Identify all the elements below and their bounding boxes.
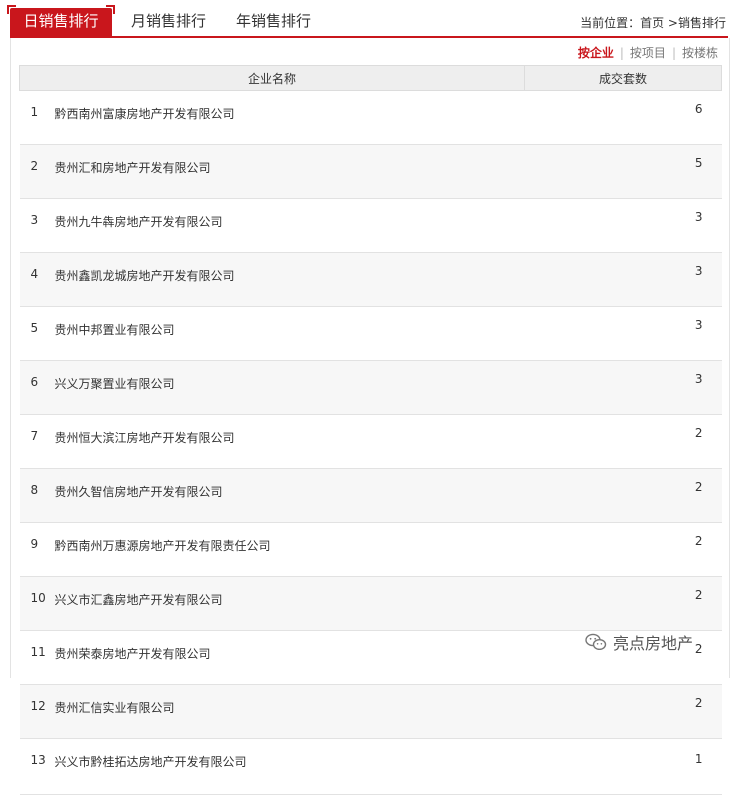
company-cell: 11 贵州荣泰房地产开发有限公司 [19, 630, 525, 685]
rank-number: 9 [30, 537, 39, 551]
tab-daily-sales[interactable]: 日销售排行 [7, 5, 115, 36]
column-header-units: 成交套数 [524, 65, 722, 91]
table-row: 5 贵州中邦置业有限公司 3 [19, 306, 722, 361]
company-name-link[interactable]: 兴义市汇鑫房地产开发有限公司 [55, 591, 223, 608]
company-cell: 5 贵州中邦置业有限公司 [19, 306, 525, 361]
units-sold: 2 [524, 576, 722, 631]
company-cell: 3 贵州九牛犇房地产开发有限公司 [19, 198, 525, 253]
sales-ranking-table: 企业名称 成交套数 1 黔西南州富康房地产开发有限公司 6 2 贵州汇和房地产开发有限… [19, 65, 722, 795]
company-cell: 1 黔西南州富康房地产开发有限公司 [19, 90, 525, 145]
rank-number: 7 [30, 429, 39, 443]
breadcrumb-current: 销售排行 [677, 16, 726, 30]
company-cell: 4 贵州鑫凯龙城房地产开发有限公司 [19, 252, 525, 307]
company-name-link[interactable]: 贵州荣泰房地产开发有限公司 [55, 645, 211, 662]
units-sold: 6 [524, 90, 722, 145]
company-cell: 13 兴义市黔桂拓达房地产开发有限公司 [19, 738, 525, 795]
units-sold: 3 [524, 360, 722, 415]
company-name-link[interactable]: 兴义万聚置业有限公司 [55, 375, 175, 392]
wechat-icon [585, 633, 607, 651]
tab-yearly-sales[interactable]: 年销售排行 [236, 8, 311, 36]
company-name-link[interactable]: 贵州九牛犇房地产开发有限公司 [55, 213, 223, 230]
units-sold: 3 [524, 306, 722, 361]
rank-number: 5 [30, 321, 39, 335]
units-sold: 2 [524, 684, 722, 739]
units-sold: 2 [524, 522, 722, 577]
rank-number: 10 [30, 591, 46, 605]
table-row: 9 黔西南州万惠源房地产开发有限责任公司 2 [19, 522, 722, 577]
breadcrumb-home-link[interactable]: 首页 [640, 16, 664, 30]
ranking-tab-bar: 日销售排行 月销售排行 年销售排行 当前位置：首页 >销售排行 [7, 5, 728, 38]
table-row: 6 兴义万聚置业有限公司 3 [19, 360, 722, 415]
units-sold: 2 [524, 414, 722, 469]
rank-number: 6 [30, 375, 39, 389]
rank-number: 4 [30, 267, 39, 281]
company-cell: 12 贵州汇信实业有限公司 [19, 684, 525, 739]
table-row: 1 黔西南州富康房地产开发有限公司 6 [19, 90, 722, 145]
company-name-link[interactable]: 贵州中邦置业有限公司 [55, 321, 175, 338]
column-header-company: 企业名称 [19, 65, 525, 91]
company-name-link[interactable]: 贵州久智信房地产开发有限公司 [55, 483, 223, 500]
watermark-text: 亮点房地产 [613, 634, 694, 653]
table-header-row: 企业名称 成交套数 [19, 65, 722, 91]
table-row: 4 贵州鑫凯龙城房地产开发有限公司 3 [19, 252, 722, 307]
table-row: 2 贵州汇和房地产开发有限公司 5 [19, 144, 722, 199]
rank-number: 1 [30, 105, 39, 119]
company-cell: 8 贵州久智信房地产开发有限公司 [19, 468, 525, 523]
company-cell: 6 兴义万聚置业有限公司 [19, 360, 525, 415]
company-name-link[interactable]: 贵州恒大滨江房地产开发有限公司 [55, 429, 235, 446]
sort-separator: | [671, 46, 676, 60]
table-row: 12 贵州汇信实业有限公司 2 [19, 684, 722, 739]
breadcrumb-prefix: 当前位置： [580, 16, 641, 30]
sort-separator: | [619, 46, 624, 60]
table-row: 7 贵州恒大滨江房地产开发有限公司 2 [19, 414, 722, 469]
company-name-link[interactable]: 贵州鑫凯龙城房地产开发有限公司 [55, 267, 235, 284]
rank-number: 12 [30, 699, 46, 713]
units-sold: 3 [524, 198, 722, 253]
rank-number: 11 [30, 645, 46, 659]
table-row: 3 贵州九牛犇房地产开发有限公司 3 [19, 198, 722, 253]
rank-number: 2 [30, 159, 39, 173]
units-sold: 5 [524, 144, 722, 199]
watermark: 亮点房地产 [585, 630, 693, 654]
rank-number: 13 [30, 753, 46, 767]
company-cell: 2 贵州汇和房地产开发有限公司 [19, 144, 525, 199]
table-row: 8 贵州久智信房地产开发有限公司 2 [19, 468, 722, 523]
units-sold: 1 [524, 738, 722, 795]
breadcrumb-separator: > [664, 16, 678, 30]
breadcrumb: 当前位置：首页 >销售排行 [580, 14, 726, 31]
ranking-panel: 按企业 | 按项目 | 按楼栋 企业名称 成交套数 1 黔西南州富康房地产开发有限公司 6 … [10, 38, 730, 795]
company-name-link[interactable]: 黔西南州富康房地产开发有限公司 [55, 105, 235, 122]
sort-options: 按企业 | 按项目 | 按楼栋 [578, 44, 718, 61]
table-row: 13 兴义市黔桂拓达房地产开发有限公司 1 [19, 738, 722, 795]
rank-number: 3 [30, 213, 39, 227]
table-row: 10 兴义市汇鑫房地产开发有限公司 2 [19, 576, 722, 631]
company-cell: 9 黔西南州万惠源房地产开发有限责任公司 [19, 522, 525, 577]
units-sold: 3 [524, 252, 722, 307]
tab-monthly-sales[interactable]: 月销售排行 [131, 8, 206, 36]
units-sold: 2 [524, 468, 722, 523]
company-name-link[interactable]: 贵州汇信实业有限公司 [55, 699, 175, 716]
company-name-link[interactable]: 黔西南州万惠源房地产开发有限责任公司 [55, 537, 271, 554]
sort-by-building[interactable]: 按楼栋 [682, 46, 718, 60]
sort-by-project[interactable]: 按项目 [630, 46, 666, 60]
company-name-link[interactable]: 兴义市黔桂拓达房地产开发有限公司 [55, 753, 247, 770]
company-name-link[interactable]: 贵州汇和房地产开发有限公司 [55, 159, 211, 176]
sort-by-company[interactable]: 按企业 [578, 46, 614, 60]
company-cell: 7 贵州恒大滨江房地产开发有限公司 [19, 414, 525, 469]
company-cell: 10 兴义市汇鑫房地产开发有限公司 [19, 576, 525, 631]
rank-number: 8 [30, 483, 39, 497]
